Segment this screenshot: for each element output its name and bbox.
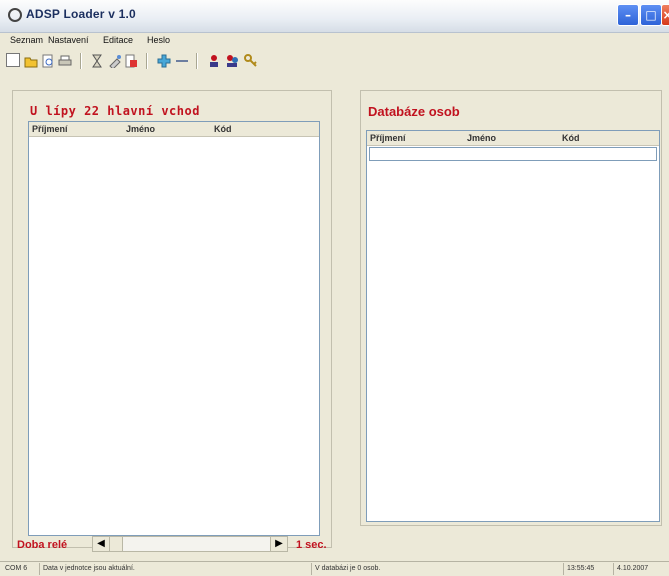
add-icon[interactable]: [157, 53, 171, 68]
search-row-input[interactable]: [369, 147, 657, 161]
column-header-kod[interactable]: Kód: [214, 122, 232, 136]
menu-heslo[interactable]: Heslo: [147, 35, 170, 45]
menu-nastaveni[interactable]: Nastavení: [48, 35, 89, 45]
column-header-kod[interactable]: Kód: [562, 131, 580, 145]
window-title: ADSP Loader v 1.0: [26, 7, 136, 21]
maximize-button[interactable]: □: [640, 4, 662, 26]
toolbar-separator: [196, 53, 198, 69]
maximize-icon: □: [645, 8, 657, 22]
status-db-message: V databázi je 0 osob.: [312, 563, 564, 575]
left-list[interactable]: Příjmení Jméno Kód: [28, 121, 320, 536]
app-window: ADSP Loader v 1.0 – □ × Seznam Nastavení…: [0, 0, 669, 576]
key-icon[interactable]: [244, 53, 258, 67]
close-icon: ×: [662, 8, 669, 22]
print-icon[interactable]: [58, 53, 72, 67]
column-header-prijmeni[interactable]: Příjmení: [32, 122, 68, 136]
status-message: Data v jednotce jsou aktuální.: [40, 563, 312, 575]
menu-editace[interactable]: Editace: [103, 35, 133, 45]
hourglass-icon[interactable]: [90, 53, 104, 68]
status-bar: COM 6 Data v jednotce jsou aktuální. V d…: [0, 561, 669, 576]
relay-slider[interactable]: ◀ ▶: [92, 536, 288, 552]
toolbar: [0, 51, 669, 71]
user-icon[interactable]: [207, 53, 221, 67]
right-list[interactable]: Příjmení Jméno Kód: [366, 130, 660, 522]
toolbar-separator: [146, 53, 148, 69]
relay-value: 1 sec.: [296, 539, 327, 551]
column-header-prijmeni[interactable]: Příjmení: [370, 131, 406, 145]
status-port: COM 6: [2, 563, 40, 575]
app-icon: [8, 8, 22, 22]
new-icon[interactable]: [6, 53, 20, 67]
slider-thumb[interactable]: [110, 537, 123, 551]
column-header-jmeno[interactable]: Jméno: [126, 122, 155, 136]
toolbar-separator: [80, 53, 82, 69]
menu-bar: Seznam Nastavení Editace Heslo: [0, 33, 669, 50]
settings-icon[interactable]: [108, 53, 122, 70]
relay-label: Doba relé: [17, 539, 68, 551]
print-preview-icon[interactable]: [41, 53, 55, 68]
users-icon[interactable]: [225, 53, 239, 67]
export-icon[interactable]: [124, 53, 138, 68]
right-list-header: [367, 131, 659, 146]
left-panel-title: U lípy 22 hlavní vchod: [30, 104, 200, 118]
column-header-jmeno[interactable]: Jméno: [467, 131, 496, 145]
status-time: 13:55:45: [564, 563, 614, 575]
scroll-left-button[interactable]: ◀: [93, 537, 110, 551]
left-list-header: [29, 122, 319, 137]
menu-seznam[interactable]: Seznam: [10, 35, 43, 45]
right-panel-title: Databáze osob: [368, 104, 460, 119]
remove-icon[interactable]: [175, 53, 189, 67]
status-date: 4.10.2007: [617, 565, 649, 572]
close-button[interactable]: ×: [661, 4, 669, 26]
title-bar[interactable]: ADSP Loader v 1.0 – □ ×: [0, 0, 669, 33]
scroll-right-button[interactable]: ▶: [270, 537, 287, 551]
minimize-button[interactable]: –: [617, 4, 639, 26]
open-icon[interactable]: [24, 53, 38, 68]
minimize-icon: –: [625, 8, 631, 22]
